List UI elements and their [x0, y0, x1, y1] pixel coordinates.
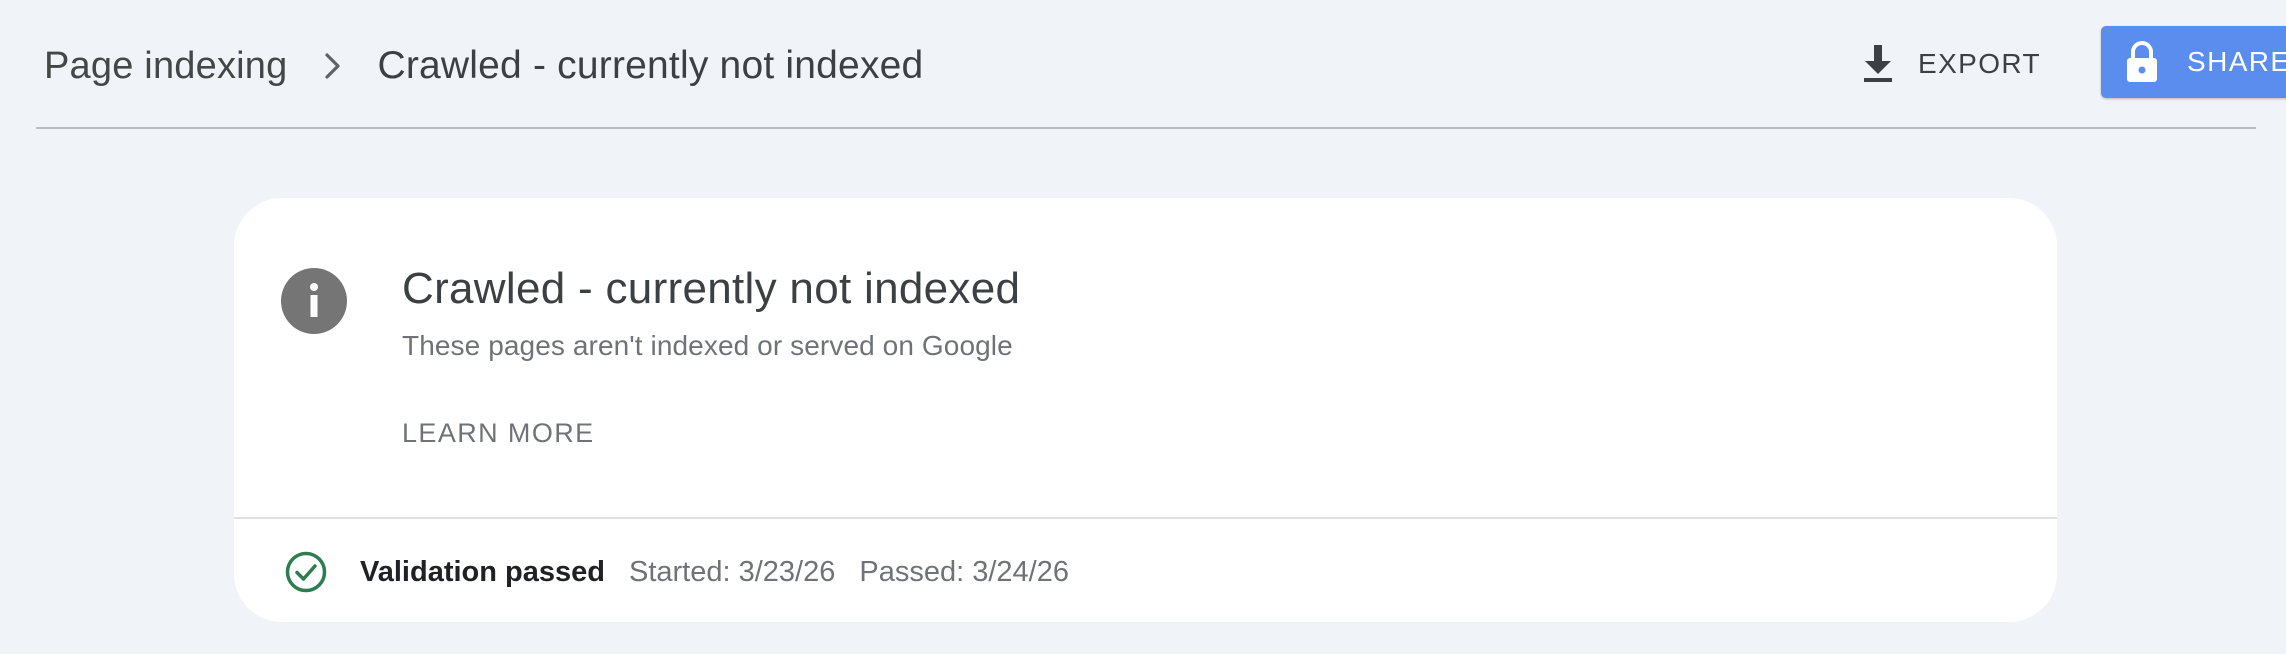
- share-label: SHARE: [2187, 46, 2286, 77]
- learn-more-link[interactable]: LEARN MORE: [402, 418, 595, 449]
- issue-description: These pages aren't indexed or served on …: [402, 330, 1013, 361]
- info-icon: [281, 268, 347, 334]
- divider: [234, 517, 2057, 519]
- page-title: Crawled - currently not indexed: [377, 44, 924, 87]
- check-circle-icon: [284, 550, 328, 594]
- validation-started-date: Started: 3/23/26: [628, 555, 836, 588]
- chevron-right-icon: [313, 46, 353, 86]
- issue-title: Crawled - currently not indexed: [402, 264, 1021, 313]
- validation-passed-date: Passed: 3/24/26: [859, 555, 1069, 588]
- export-button[interactable]: EXPORT: [1858, 36, 2041, 92]
- issue-details-card: Crawled - currently not indexed These pa…: [234, 198, 2057, 622]
- validation-status-label: Validation passed: [360, 555, 605, 588]
- breadcrumb-parent-link[interactable]: Page indexing: [44, 45, 287, 88]
- export-label: EXPORT: [1918, 48, 2042, 79]
- download-icon: [1858, 42, 1898, 86]
- lock-icon: [2125, 40, 2159, 84]
- validation-status: Validation passed Started: 3/23/26 Passe…: [284, 550, 1093, 594]
- page-header: Page indexing Crawled - currently not in…: [36, 0, 2286, 129]
- share-button[interactable]: SHARE: [2101, 26, 2286, 98]
- breadcrumb: Page indexing Crawled - currently not in…: [44, 40, 923, 92]
